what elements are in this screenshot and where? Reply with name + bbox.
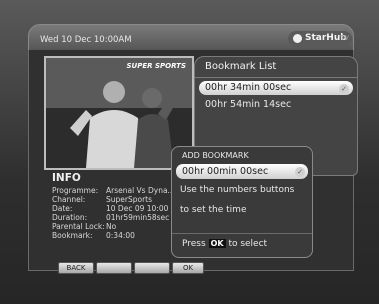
add-bookmark-dialog: ADD BOOKMARK 00hr 00min 00sec ✓ Use the … — [171, 146, 313, 258]
ok-key-icon: OK — [208, 239, 226, 248]
logo-icon — [293, 34, 302, 43]
bookmark-item-2[interactable]: 00hr 54min 14sec — [205, 99, 291, 110]
dialog-hint-line-2: to set the time — [180, 205, 247, 215]
date-time: Wed 10 Dec 10:00AM — [40, 35, 132, 45]
info-channel: Channel: SuperSports — [52, 195, 153, 204]
footer-press-text: Press — [182, 239, 206, 249]
bookmark-list-title: Bookmark List — [205, 61, 277, 72]
brand-logo: StarHub TV — [288, 31, 352, 47]
time-check-icon: ✓ — [295, 167, 305, 177]
channel-watermark: SUPER SPORTS — [126, 62, 186, 70]
ok-button[interactable]: OK — [172, 262, 204, 274]
bookmark-item-1[interactable]: 00hr 34min 00sec ✓ — [199, 81, 353, 95]
info-title: INFO — [52, 172, 81, 184]
time-input-value: 00hr 00min 00sec — [182, 166, 269, 177]
info-date: Date: 10 Dec 09 10:00 — [52, 204, 169, 213]
info-programme: Programme: Arsenal Vs Dyna... — [52, 186, 175, 195]
dialog-hint-line-1: Use the numbers buttons — [180, 185, 295, 195]
dialog-footer: Press OK to select — [182, 239, 267, 249]
footer-select-text: to select — [228, 239, 268, 249]
bookmark-item-1-label: 00hr 34min 00sec — [205, 82, 292, 93]
time-input[interactable]: 00hr 00min 00sec ✓ — [176, 164, 308, 179]
add-bookmark-title: ADD BOOKMARK — [182, 151, 249, 160]
bookmark-divider — [195, 77, 357, 78]
info-parental-lock: Parental Lock: No — [52, 222, 117, 231]
dialog-divider — [172, 233, 312, 234]
info-bookmark: Bookmark: 0:34:00 — [52, 231, 135, 240]
info-duration: Duration: 01hr59min58sec — [52, 213, 170, 222]
selected-check-icon: ✓ — [339, 84, 349, 94]
logo-tv: TV — [340, 34, 350, 42]
back-button[interactable]: BACK — [58, 262, 94, 274]
tv-screen: Wed 10 Dec 10:00AM StarHub TV SUPER SPOR… — [0, 0, 379, 304]
blank-button-1[interactable] — [96, 262, 132, 274]
blank-button-2[interactable] — [134, 262, 170, 274]
video-frame — [46, 58, 192, 168]
